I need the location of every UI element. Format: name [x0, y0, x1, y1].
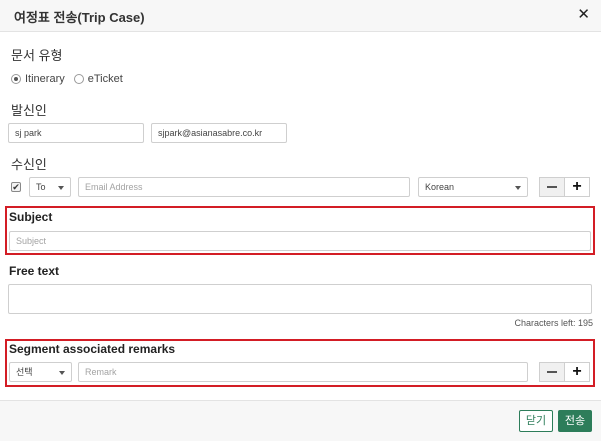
- segment-select[interactable]: 선택: [9, 362, 72, 382]
- radio-itinerary-label: Itinerary: [25, 73, 65, 85]
- minus-icon: [547, 371, 557, 373]
- recipient-label: 수신인: [11, 157, 47, 172]
- dialog-footer: [0, 400, 601, 441]
- sender-name-input[interactable]: sj park: [8, 123, 144, 143]
- radio-itinerary[interactable]: [11, 74, 21, 84]
- dialog-title: 여정표 전송(Trip Case): [14, 10, 145, 25]
- chevron-down-icon: [515, 186, 521, 190]
- segment-select-value: 선택: [16, 367, 33, 377]
- free-text-label: Free text: [9, 264, 60, 278]
- characters-left-counter: Characters left: 195: [514, 318, 593, 328]
- document-type-label: 문서 유형: [11, 48, 63, 63]
- remove-remark-button[interactable]: [539, 362, 565, 382]
- plus-icon: +: [572, 178, 582, 195]
- remark-stepper: +: [539, 362, 590, 382]
- subject-label: Subject: [9, 210, 53, 224]
- chevron-down-icon: [59, 371, 65, 375]
- recipient-stepper: +: [539, 177, 590, 197]
- send-button[interactable]: 전송: [558, 410, 592, 432]
- radio-eticket-label: eTicket: [87, 73, 123, 85]
- remove-recipient-button[interactable]: [539, 177, 565, 197]
- dialog-header: 여정표 전송(Trip Case) ✕: [0, 0, 601, 32]
- recipient-type-select[interactable]: To: [29, 177, 71, 197]
- remark-input[interactable]: Remark: [78, 362, 528, 382]
- add-remark-button[interactable]: +: [564, 362, 590, 382]
- recipient-checkbox[interactable]: ✔: [11, 182, 21, 192]
- recipient-email-input[interactable]: Email Address: [78, 177, 410, 197]
- minus-icon: [547, 186, 557, 188]
- add-recipient-button[interactable]: +: [564, 177, 590, 197]
- chevron-down-icon: [58, 186, 64, 190]
- sender-email-input[interactable]: sjpark@asianasabre.co.kr: [151, 123, 287, 143]
- segment-remarks-label: Segment associated remarks: [9, 342, 176, 356]
- close-icon[interactable]: ✕: [577, 5, 590, 23]
- plus-icon: +: [572, 363, 582, 380]
- close-button[interactable]: 닫기: [519, 410, 553, 432]
- language-select[interactable]: Korean: [418, 177, 528, 197]
- subject-input[interactable]: Subject: [9, 231, 591, 251]
- sender-label: 발신인: [11, 103, 47, 118]
- recipient-type-value: To: [36, 182, 46, 192]
- document-type-radio-group: Itinerary eTicket: [11, 72, 132, 86]
- radio-eticket[interactable]: [73, 74, 84, 84]
- language-value: Korean: [425, 182, 455, 192]
- free-text-textarea[interactable]: [8, 284, 592, 314]
